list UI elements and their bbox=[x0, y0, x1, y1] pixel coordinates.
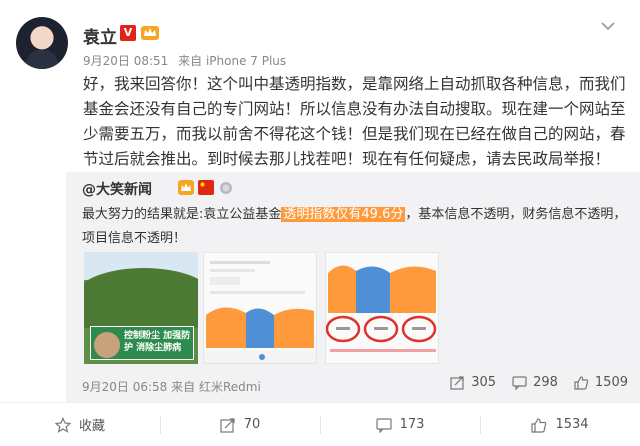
like-button[interactable]: 1534 bbox=[480, 403, 640, 446]
repost-comment-button[interactable]: 298 bbox=[512, 375, 558, 390]
repost-like-count: 1509 bbox=[594, 375, 628, 390]
comment-button[interactable]: 173 bbox=[320, 403, 480, 446]
member-crown-icon bbox=[178, 180, 194, 195]
thumbs-up-icon bbox=[574, 376, 589, 390]
image-thumbnail-3[interactable] bbox=[325, 252, 439, 364]
screenshot-graphic bbox=[326, 265, 437, 352]
share-icon bbox=[220, 417, 235, 433]
hill-shape bbox=[84, 268, 198, 328]
favorite-label: 收藏 bbox=[78, 419, 105, 434]
repost-actions: 305 298 1509 bbox=[450, 375, 628, 390]
like-count: 1534 bbox=[555, 417, 589, 432]
repost-source: 来自 红米Redmi bbox=[171, 380, 261, 394]
verified-badge-icon: V bbox=[120, 25, 136, 41]
comment-icon bbox=[512, 376, 527, 390]
repost-author[interactable]: @大笑新闻 bbox=[82, 179, 152, 199]
image-thumbnail-1[interactable]: 控制粉尘 加强防护 消除尘肺病 bbox=[84, 252, 198, 364]
favorite-button[interactable]: 收藏 bbox=[0, 403, 160, 446]
repost-share-count: 305 bbox=[471, 375, 497, 390]
highlighted-text: 透明指数仅有49.6分 bbox=[281, 207, 406, 222]
repost-count: 70 bbox=[243, 417, 261, 432]
repost-card[interactable]: @大笑新闻 最大努力的结果就是:袁立公益基金 透明指数仅有49.6分 ，基本信息不透… bbox=[66, 172, 640, 402]
person-shape bbox=[94, 332, 120, 358]
repost-like-button[interactable]: 1509 bbox=[574, 375, 628, 390]
repost-text-part: 最大努力的结果就是:袁立公益基金 bbox=[82, 207, 282, 222]
at-symbol: @ bbox=[82, 182, 96, 198]
repost-meta: 9月20日 06:58 来自 红米Redmi bbox=[82, 378, 261, 395]
member-crown-icon bbox=[141, 26, 159, 40]
repost-text: 最大努力的结果就是:袁立公益基金 透明指数仅有49.6分 ，基本信息不透明，财务信息… bbox=[82, 203, 627, 251]
repost-comment-count: 298 bbox=[533, 375, 558, 390]
post-header: 袁立 V 9月20日 08:51 来自 iPhone 7 Plus bbox=[0, 0, 640, 70]
comment-count: 173 bbox=[399, 417, 425, 432]
share-icon bbox=[450, 376, 464, 390]
repost-date[interactable]: 9月20日 06:58 bbox=[82, 380, 167, 394]
comment-icon bbox=[375, 417, 392, 433]
repost-badges bbox=[178, 180, 234, 195]
thumbs-up-icon bbox=[531, 417, 547, 433]
post-date[interactable]: 9月20日 08:51 bbox=[83, 54, 168, 68]
post-text: 好，我来回答你！这个叫中基透明指数，是靠网络上自动抓取各种信息，而我们基金会还没… bbox=[83, 75, 626, 168]
avatar[interactable] bbox=[16, 17, 68, 69]
repost-button[interactable]: 70 bbox=[160, 403, 320, 446]
chevron-down-icon[interactable] bbox=[600, 20, 616, 32]
action-bar: 收藏 70 173 1534 bbox=[0, 402, 640, 446]
post-source: 来自 iPhone 7 Plus bbox=[178, 54, 287, 68]
banner-text: 控制粉尘 加强防护 消除尘肺病 bbox=[124, 331, 191, 353]
star-icon bbox=[54, 416, 71, 433]
post-meta: 9月20日 08:51 来自 iPhone 7 Plus bbox=[83, 52, 292, 69]
repost-author-name[interactable]: 大笑新闻 bbox=[96, 182, 152, 198]
china-flag-icon bbox=[198, 180, 214, 195]
author-name[interactable]: 袁立 bbox=[83, 23, 117, 48]
screenshot-graphic bbox=[204, 261, 316, 363]
image-thumbnail-2[interactable] bbox=[203, 252, 317, 364]
repost-share-button[interactable]: 305 bbox=[450, 375, 496, 390]
medal-icon bbox=[220, 182, 232, 194]
